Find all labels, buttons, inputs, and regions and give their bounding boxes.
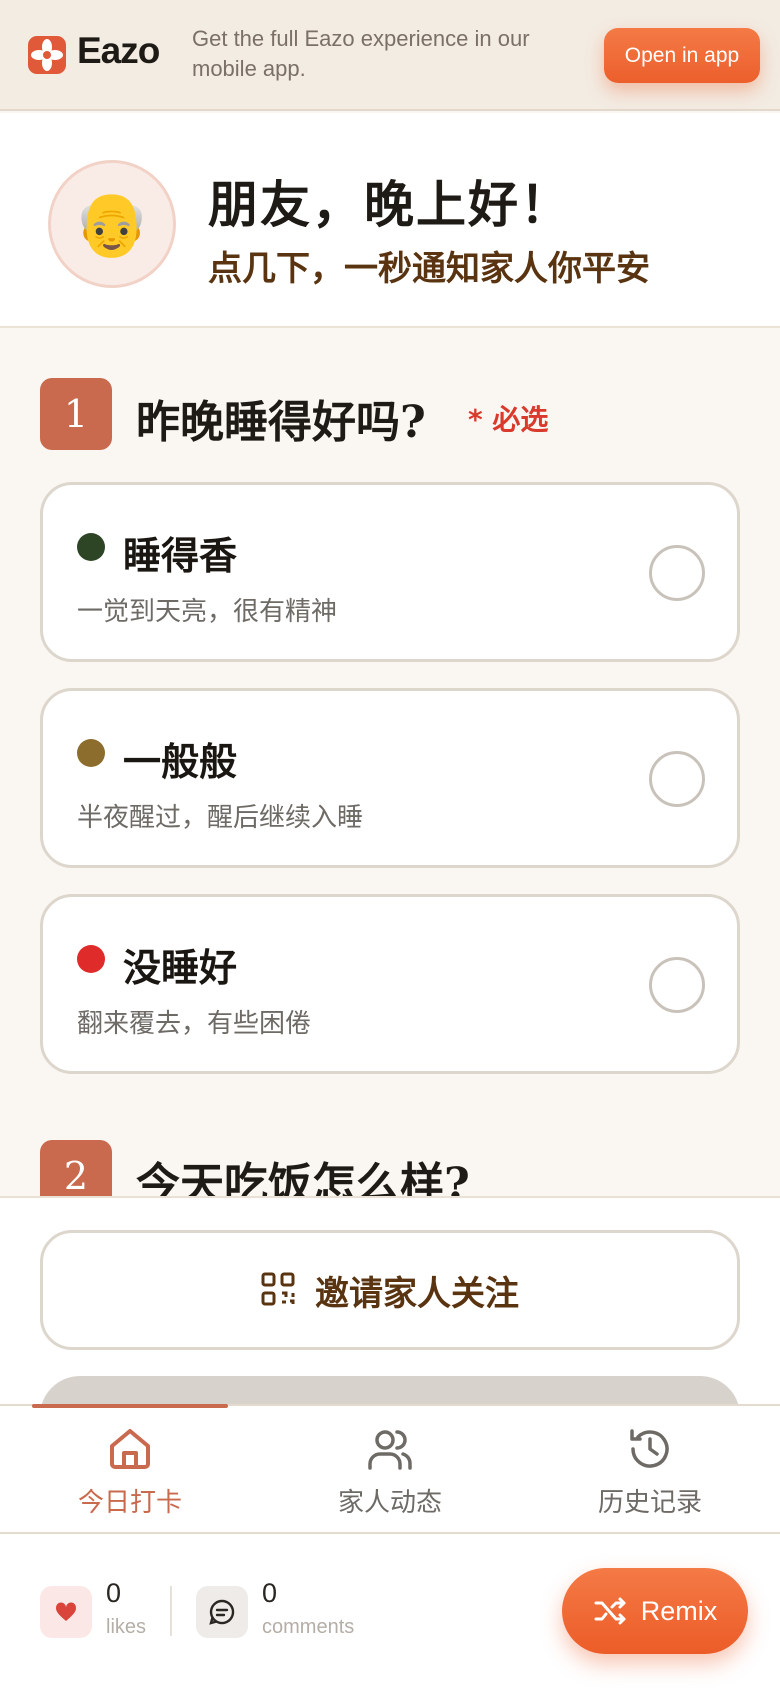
- heart-icon[interactable]: [40, 1586, 92, 1638]
- promo-message: Get the full Eazo experience in our mobi…: [192, 26, 530, 81]
- asterisk-flower-icon: [28, 36, 66, 74]
- radio-button[interactable]: [649, 545, 705, 601]
- question-number: 1: [40, 378, 112, 450]
- option-description: 一觉到天亮，很有精神: [77, 597, 338, 627]
- tab-history[interactable]: 历史记录: [520, 1406, 780, 1534]
- option-description: 翻来覆去，有些困倦: [77, 1009, 312, 1039]
- option-sleep-ok[interactable]: 一般般 半夜醒过，醒后继续入睡: [40, 688, 740, 868]
- invite-section: 邀请家人关注: [0, 1196, 780, 1404]
- status-dot: [77, 533, 105, 561]
- comments-label: comments: [262, 1616, 355, 1638]
- tab-label: 历史记录: [597, 1488, 702, 1518]
- remix-label: Remix: [640, 1595, 718, 1626]
- comment-icon[interactable]: [196, 1586, 248, 1638]
- tab-label: 今日打卡: [77, 1488, 182, 1518]
- tab-label: 家人动态: [337, 1488, 442, 1518]
- shuffle-icon: [594, 1597, 626, 1625]
- option-title: 睡得香: [123, 534, 238, 578]
- divider: [170, 1586, 172, 1636]
- invite-label: 邀请家人关注: [315, 1274, 519, 1313]
- option-description: 半夜醒过，醒后继续入睡: [77, 803, 364, 833]
- status-dot: [77, 739, 105, 767]
- tab-checkin[interactable]: 今日打卡: [0, 1406, 260, 1534]
- greeting-title: 朋友，晚上好！: [208, 175, 572, 234]
- question-number: 2: [40, 1140, 112, 1196]
- likes-count: 0: [106, 1578, 122, 1608]
- history-icon: [630, 1429, 669, 1468]
- greeting-subtitle: 点几下，一秒通知家人你平安: [208, 249, 650, 289]
- social-footer: 0 likes 0 comments Remix: [0, 1534, 780, 1688]
- app-promo-banner: Eazo Get the full Eazo experience in our…: [0, 0, 780, 111]
- greeting-header: 👴 朋友，晚上好！ 点几下，一秒通知家人你平安: [0, 113, 780, 328]
- brand-logo: Eazo: [77, 30, 160, 71]
- option-sleep-bad[interactable]: 没睡好 翻来覆去，有些困倦: [40, 894, 740, 1074]
- question-title: 今天吃饭怎么样?: [136, 1159, 470, 1196]
- option-title: 一般般: [123, 740, 238, 784]
- avatar: 👴: [48, 160, 176, 288]
- checkin-form: 1 昨晚睡得好吗? * 必选 睡得香 一觉到天亮，很有精神 一般般 半夜醒过，醒…: [0, 330, 780, 1196]
- required-marker: * 必选: [468, 403, 549, 436]
- remix-button[interactable]: Remix: [562, 1568, 748, 1654]
- comments-count: 0: [262, 1578, 278, 1608]
- question-title: 昨晚睡得好吗?: [136, 397, 426, 448]
- submit-button-disabled[interactable]: [40, 1376, 740, 1404]
- bottom-tab-bar: 今日打卡 家人动态 历史记录: [0, 1404, 780, 1534]
- radio-button[interactable]: [649, 957, 705, 1013]
- qr-code-icon: [261, 1272, 295, 1309]
- radio-button[interactable]: [649, 751, 705, 807]
- users-icon: [368, 1430, 412, 1470]
- option-sleep-well[interactable]: 睡得香 一觉到天亮，很有精神: [40, 482, 740, 662]
- option-title: 没睡好: [123, 946, 238, 990]
- tab-family[interactable]: 家人动态: [260, 1406, 520, 1534]
- home-icon: [110, 1429, 150, 1469]
- open-in-app-button[interactable]: Open in app: [604, 28, 760, 83]
- invite-family-button[interactable]: 邀请家人关注: [40, 1230, 740, 1350]
- likes-label: likes: [106, 1616, 147, 1638]
- status-dot: [77, 945, 105, 973]
